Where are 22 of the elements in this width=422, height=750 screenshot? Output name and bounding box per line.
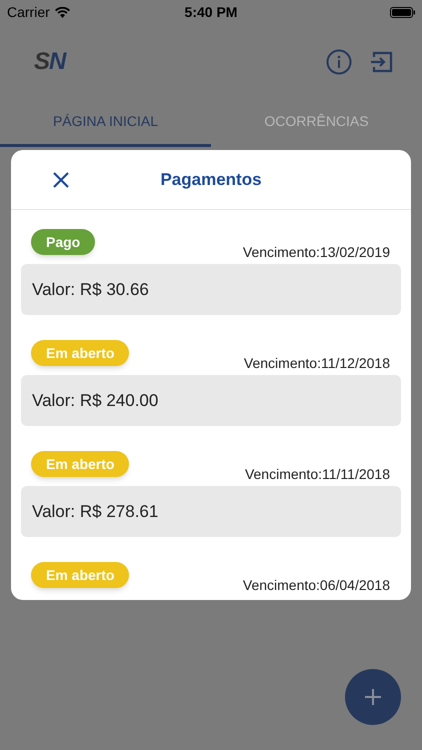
dialog-title: Pagamentos	[160, 168, 262, 191]
due-date: Vencimento:13/02/2019	[242, 243, 390, 261]
due-date: Vencimento:11/11/2018	[244, 465, 390, 483]
tab[interactable]: OCORRÊNCIAS	[211, 99, 422, 147]
value-box: Valor: R$ 278.61	[21, 486, 401, 537]
status-badge: Em aberto	[31, 340, 130, 366]
value-box: Valor: R$ 240.00	[21, 375, 401, 426]
info-icon[interactable]	[326, 48, 352, 74]
carrier-label: Carrier	[7, 2, 50, 22]
value-box: Valor: R$ 30.66	[21, 264, 401, 315]
logo: SN	[34, 46, 66, 76]
clock: 5:40 PM	[184, 2, 238, 22]
due-date: Vencimento:11/12/2018	[244, 354, 390, 372]
wifi-icon	[54, 6, 70, 18]
due-date: Vencimento:06/04/2018	[242, 576, 390, 594]
status-badge: Em aberto	[31, 562, 130, 588]
plus-icon	[365, 689, 381, 705]
battery-icon	[390, 6, 415, 18]
tab[interactable]: PÁGINA INICIAL	[0, 99, 211, 147]
exit-icon[interactable]	[370, 50, 394, 74]
status-badge: Em aberto	[31, 451, 130, 477]
status-badge: Pago	[31, 229, 96, 255]
